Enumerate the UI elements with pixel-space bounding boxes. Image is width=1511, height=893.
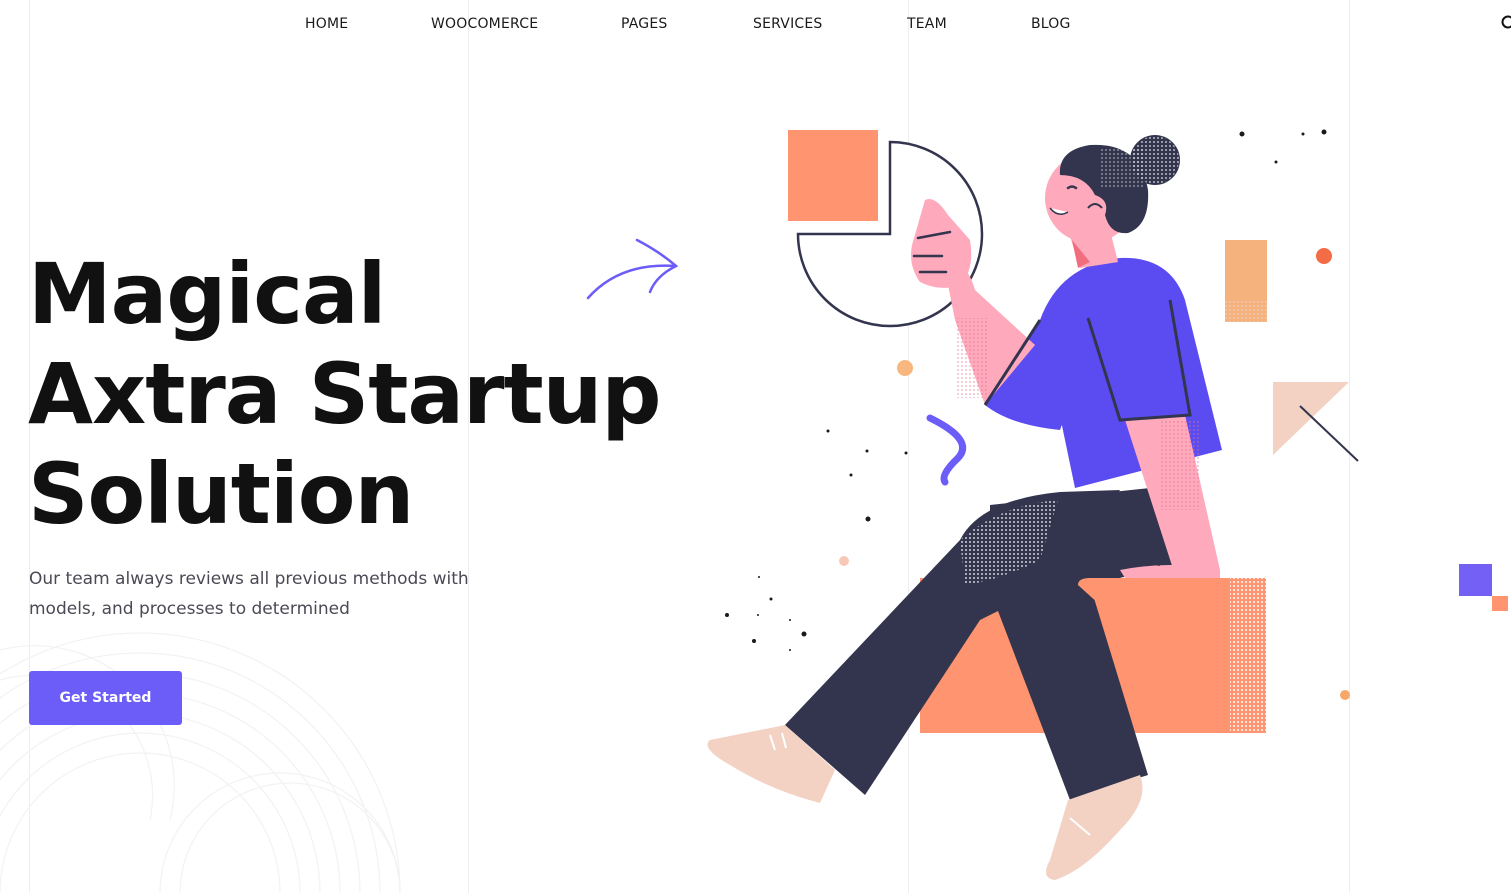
nav-item-woocomerce[interactable]: WOOCOMERCE [431,16,538,32]
nav-item-home[interactable]: HOME [305,16,348,32]
nav-item-blog[interactable]: BLOG [1031,16,1071,32]
page: HOME WOOCOMERCE PAGES SERVICES TEAM BLOG… [0,0,1511,893]
decorative-squares [1459,564,1508,611]
nav-item-team[interactable]: TEAM [907,16,947,32]
orange-dot [1340,690,1350,700]
hero-title: Magical Axtra Startup Solution [28,244,662,544]
hero-illustration [586,129,1359,880]
head [1045,135,1180,243]
hero-title-line: Magical [28,245,386,343]
main-nav: HOME WOOCOMERCE PAGES SERVICES TEAM BLOG [0,0,1511,50]
arrow-icon [586,238,679,300]
nav-item-services[interactable]: SERVICES [753,16,823,32]
orange-dot [897,360,913,376]
nav-item-pages[interactable]: PAGES [621,16,667,32]
decorative-arcs [0,632,401,893]
hero-title-line: Solution [28,445,414,543]
triangle-shape [1273,382,1359,462]
hero-title-line: Axtra Startup [28,345,662,443]
pink-dot [839,556,849,566]
search-icon[interactable] [1500,14,1511,32]
hero-subtitle: Our team always reviews all previous met… [29,569,469,619]
orange-dot [1316,248,1332,264]
get-started-button[interactable]: Get Started [29,671,182,725]
squiggle-icon [926,414,966,486]
